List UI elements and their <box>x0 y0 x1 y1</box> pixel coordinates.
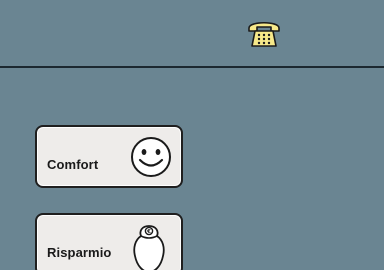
telephone-icon <box>248 21 280 47</box>
risparmio-mode-button[interactable]: Risparmio € <box>35 213 183 270</box>
smiley-face-icon <box>131 137 171 177</box>
risparmio-label: Risparmio <box>47 245 112 260</box>
top-bar <box>0 0 384 68</box>
comfort-mode-button[interactable]: Comfort <box>35 125 183 188</box>
euro-symbol: € <box>146 229 151 235</box>
comfort-label: Comfort <box>47 157 99 172</box>
thermostat-screen: Comfort Risparmio € <box>0 0 384 270</box>
piggy-bank-icon: € <box>133 225 165 270</box>
telephone-button[interactable] <box>246 18 282 50</box>
